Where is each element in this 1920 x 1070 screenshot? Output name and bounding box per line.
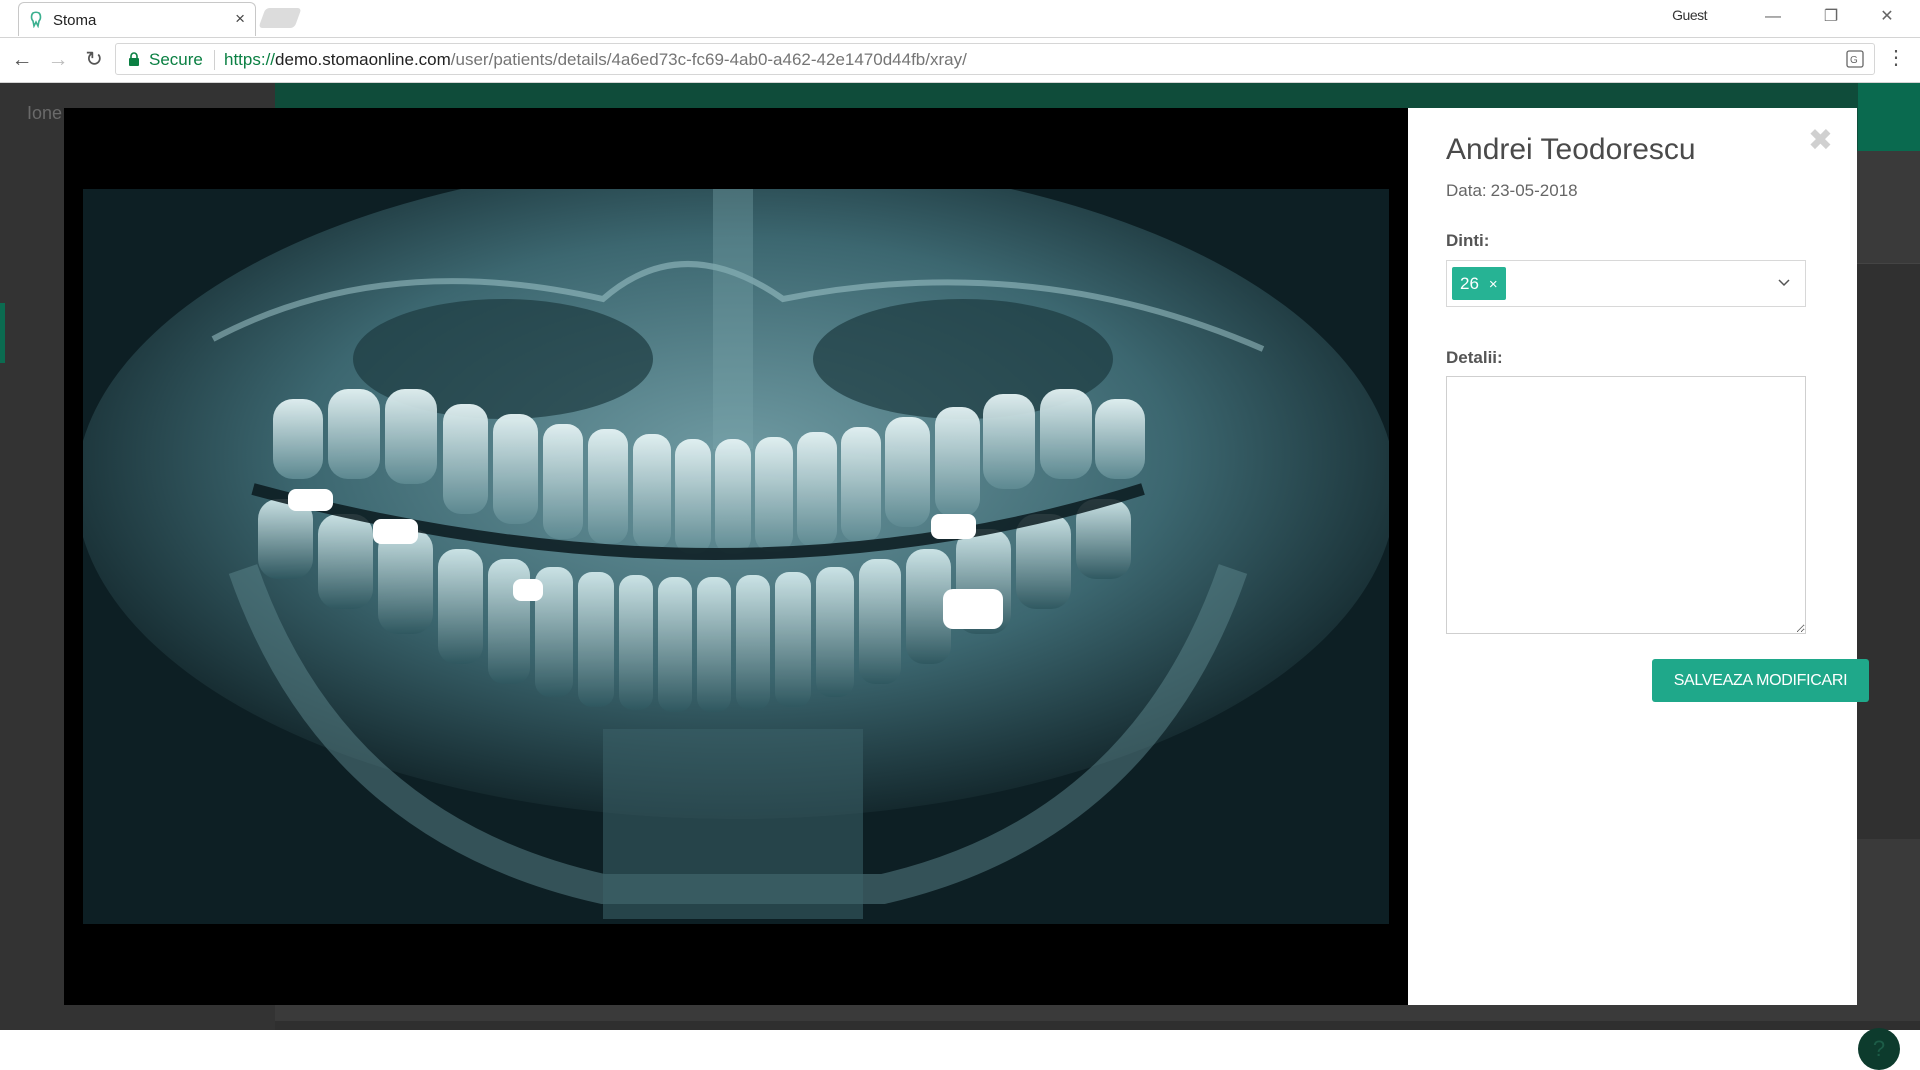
xray-modal: ✖ Andrei Teodorescu Data: 23-05-2018 Dint… xyxy=(64,108,1869,1005)
svg-text:G: G xyxy=(1850,55,1858,66)
forward-arrow-icon[interactable]: → xyxy=(44,46,72,74)
window-close-icon[interactable]: ✕ xyxy=(1864,4,1910,30)
back-arrow-icon[interactable]: ← xyxy=(8,46,36,74)
lock-icon xyxy=(129,52,139,66)
minimize-icon[interactable]: — xyxy=(1750,4,1796,30)
translate-icon[interactable]: G xyxy=(1846,50,1864,68)
secure-label: Secure xyxy=(149,50,203,69)
tooth-logo-icon xyxy=(30,11,42,28)
url-text[interactable]: https://demo.stomaonline.com/user/patien… xyxy=(224,50,967,70)
browser-tab[interactable]: Stoma × xyxy=(18,2,256,36)
browser-menu-icon[interactable]: ⋮ xyxy=(1886,48,1906,68)
tooth-tag-label: 26 xyxy=(1460,274,1479,293)
browser-toolbar: ← → ↻ Secure https://demo.stomaonline.co… xyxy=(0,38,1920,83)
chevron-down-icon[interactable] xyxy=(1777,275,1791,289)
xray-details-panel: ✖ Andrei Teodorescu Data: 23-05-2018 Dint… xyxy=(1408,108,1869,1005)
help-icon[interactable]: ? xyxy=(1858,1028,1900,1070)
patient-name: Andrei Teodorescu xyxy=(1446,133,1696,166)
remove-tag-icon[interactable]: × xyxy=(1489,276,1498,293)
guest-profile-label[interactable]: Guest xyxy=(1672,7,1707,23)
address-separator xyxy=(214,50,215,70)
date-value: 23-05-2018 xyxy=(1490,181,1578,200)
address-bar[interactable]: Secure https://demo.stomaonline.com/user… xyxy=(115,43,1875,75)
tooth-tag: 26 × xyxy=(1452,267,1506,300)
app-card xyxy=(1853,263,1920,839)
user-name-partial: Ione xyxy=(27,103,63,123)
restore-icon[interactable]: ❐ xyxy=(1808,4,1854,30)
sidebar-active-indicator xyxy=(0,303,5,363)
reload-icon[interactable]: ↻ xyxy=(80,46,108,74)
xray-image xyxy=(83,189,1389,924)
close-modal-icon[interactable]: ✖ xyxy=(1808,126,1833,156)
teeth-multiselect[interactable]: 26 × xyxy=(1446,260,1806,307)
save-changes-button[interactable]: SALVEAZA MODIFICARI xyxy=(1652,659,1869,702)
details-textarea[interactable] xyxy=(1446,376,1806,634)
teeth-label: Dinti: xyxy=(1446,231,1490,250)
date-label: Data: xyxy=(1446,181,1487,200)
tab-title: Stoma xyxy=(53,12,97,29)
xray-date: Data: 23-05-2018 xyxy=(1446,181,1578,201)
print-button-area xyxy=(1858,83,1920,151)
details-label: Detalii: xyxy=(1446,348,1503,367)
url-host: demo.stomaonline.com xyxy=(275,50,451,69)
browser-tab-bar: Stoma × Guest — ❐ ✕ xyxy=(0,0,1920,38)
tab-close-icon[interactable]: × xyxy=(235,9,245,29)
url-path: /user/patients/details/4a6ed73c-fc69-4ab… xyxy=(450,50,967,69)
new-tab-button[interactable] xyxy=(258,8,302,28)
panoramic-xray-graphic xyxy=(83,189,1389,924)
url-scheme: https:// xyxy=(224,50,276,69)
